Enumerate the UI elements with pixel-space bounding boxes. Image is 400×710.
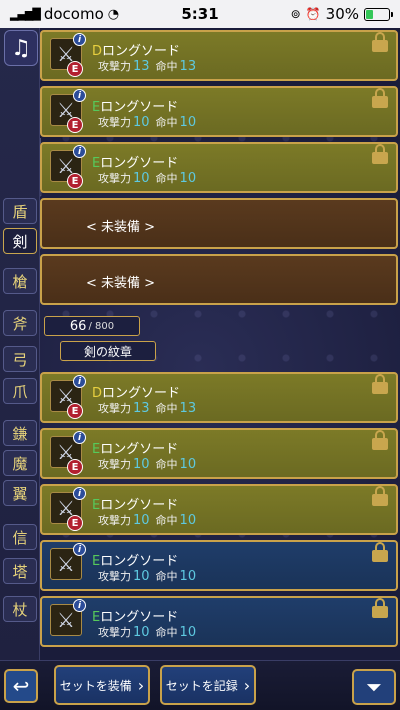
record-set-button[interactable]: セットを記録 ›	[160, 665, 256, 705]
sidebar-tab-1[interactable]: 剣	[3, 228, 37, 254]
item-name: Eロングソード	[92, 554, 179, 569]
info-icon[interactable]: i	[73, 33, 86, 46]
signal-icon: ▂▄▆█	[10, 7, 41, 21]
sidebar-tab-3[interactable]: 斧	[3, 310, 37, 336]
orientation-lock-icon: ⊚	[290, 7, 301, 21]
equip-set-button[interactable]: セットを装備 ›	[54, 665, 150, 705]
equipped-slot-0[interactable]: ⚔ i E Dロングソード 攻撃力 13 命中 13	[40, 30, 398, 81]
battery-fill	[366, 9, 373, 19]
item-rank: E	[92, 100, 101, 115]
battery-percent: 30%	[325, 5, 359, 23]
item-stats: 攻撃力 10 命中 10	[98, 171, 197, 186]
info-icon[interactable]: i	[73, 599, 86, 612]
back-button[interactable]: ↩	[4, 669, 38, 703]
game-screen: 最大攻撃命中攻撃必殺防御物理魔法魔法 本VISTINAGDELU ステ全威力ター…	[0, 28, 400, 710]
empty-slot-label: < 未装備 >	[86, 276, 156, 291]
sidebar-tab-0[interactable]: 盾	[3, 198, 37, 224]
sidebar-tab-9[interactable]: 信	[3, 524, 37, 550]
item-rank: E	[92, 442, 101, 457]
back-icon: ↩	[12, 674, 30, 698]
equipped-badge: E	[67, 173, 83, 189]
wifi-icon: ◔	[107, 6, 120, 22]
item-name: Eロングソード	[92, 498, 179, 513]
empty-slot-0[interactable]: < 未装備 >	[40, 198, 398, 249]
item-stats: 攻撃力 10 命中 10	[98, 115, 197, 130]
music-icon: ♫	[11, 35, 31, 61]
filter-icon: ⏷	[366, 675, 382, 699]
empty-slot-label: < 未装備 >	[86, 220, 156, 235]
item-name: Eロングソード	[92, 156, 179, 171]
item-stats: 攻撃力 10 命中 10	[98, 513, 197, 528]
lock-icon[interactable]	[372, 430, 388, 450]
inventory-item-4[interactable]: ⚔ i Eロングソード 攻撃力 10 命中 10	[40, 596, 398, 647]
item-stats: 攻撃力 13 命中 13	[98, 59, 197, 74]
alarm-icon: ⏰	[305, 7, 321, 21]
sidebar-tab-10[interactable]: 塔	[3, 558, 37, 584]
equipped-badge: E	[67, 459, 83, 475]
record-set-label: セットを記録	[165, 678, 238, 693]
lock-icon[interactable]	[372, 486, 388, 506]
lock-icon[interactable]	[372, 598, 388, 618]
info-icon[interactable]: i	[73, 145, 86, 158]
inventory-item-1[interactable]: ⚔ i E Eロングソード 攻撃力 10 命中 10	[40, 428, 398, 479]
info-icon[interactable]: i	[73, 543, 86, 556]
lock-icon[interactable]	[372, 542, 388, 562]
item-rank: E	[92, 610, 101, 625]
status-right: ⊚ ⏰ 30%	[290, 5, 393, 23]
lock-icon[interactable]	[372, 374, 388, 394]
item-name: Dロングソード	[92, 386, 181, 401]
item-stats: 攻撃力 10 命中 10	[98, 457, 197, 472]
lock-icon[interactable]	[372, 88, 388, 108]
item-stats: 攻撃力 13 命中 13	[98, 401, 197, 416]
info-icon[interactable]: i	[73, 375, 86, 388]
sidebar-tab-11[interactable]: 杖	[3, 596, 37, 622]
sidebar-tab-7[interactable]: 魔	[3, 450, 37, 476]
item-stats: 攻撃力 10 命中 10	[98, 569, 197, 584]
empty-slot-1[interactable]: < 未装備 >	[40, 254, 398, 305]
equipped-badge: E	[67, 117, 83, 133]
sidebar-tab-4[interactable]: 弓	[3, 346, 37, 372]
info-icon[interactable]: i	[73, 487, 86, 500]
capacity-display: 66 / 800	[44, 316, 140, 336]
equipped-badge: E	[67, 515, 83, 531]
item-name: Eロングソード	[92, 442, 179, 457]
item-name: Eロングソード	[92, 610, 179, 625]
crest-label: 剣の紋章	[60, 341, 156, 361]
equipped-badge: E	[67, 61, 83, 77]
battery-icon	[364, 7, 393, 21]
capacity-max: / 800	[88, 320, 115, 332]
chevron-right-icon: ›	[137, 675, 145, 695]
status-bar: ▂▄▆█ docomo ◔ 5:31 ⊚ ⏰ 30%	[0, 0, 400, 28]
lock-icon[interactable]	[372, 144, 388, 164]
sidebar-tab-8[interactable]: 翼	[3, 480, 37, 506]
capacity-current: 66	[69, 318, 87, 334]
equipped-badge: E	[67, 403, 83, 419]
equipped-slot-1[interactable]: ⚔ i E Eロングソード 攻撃力 10 命中 10	[40, 86, 398, 137]
sidebar-tab-2[interactable]: 槍	[3, 268, 37, 294]
item-rank: E	[92, 554, 101, 569]
item-rank: E	[92, 156, 101, 171]
bottom-bar: ↩ セットを装備 › セットを記録 › ⏷	[0, 660, 400, 710]
item-rank: D	[92, 386, 103, 401]
info-icon[interactable]: i	[73, 89, 86, 102]
item-rank: E	[92, 498, 101, 513]
equip-set-label: セットを装備	[59, 678, 132, 693]
status-left: ▂▄▆█ docomo ◔	[10, 5, 119, 23]
music-button[interactable]: ♫	[4, 30, 38, 66]
filter-button[interactable]: ⏷	[352, 669, 396, 705]
carrier-label: docomo	[43, 5, 104, 23]
inventory-item-3[interactable]: ⚔ i Eロングソード 攻撃力 10 命中 10	[40, 540, 398, 591]
inventory-item-0[interactable]: ⚔ i E Dロングソード 攻撃力 13 命中 13	[40, 372, 398, 423]
item-stats: 攻撃力 10 命中 10	[98, 625, 197, 640]
lock-icon[interactable]	[372, 32, 388, 52]
equipped-slot-2[interactable]: ⚔ i E Eロングソード 攻撃力 10 命中 10	[40, 142, 398, 193]
chevron-right-icon: ›	[243, 675, 251, 695]
item-name: Dロングソード	[92, 44, 181, 59]
sidebar-tab-5[interactable]: 爪	[3, 378, 37, 404]
sidebar-tab-6[interactable]: 鎌	[3, 420, 37, 446]
inventory-item-2[interactable]: ⚔ i E Eロングソード 攻撃力 10 命中 10	[40, 484, 398, 535]
info-icon[interactable]: i	[73, 431, 86, 444]
item-name: Eロングソード	[92, 100, 179, 115]
item-rank: D	[92, 44, 103, 59]
